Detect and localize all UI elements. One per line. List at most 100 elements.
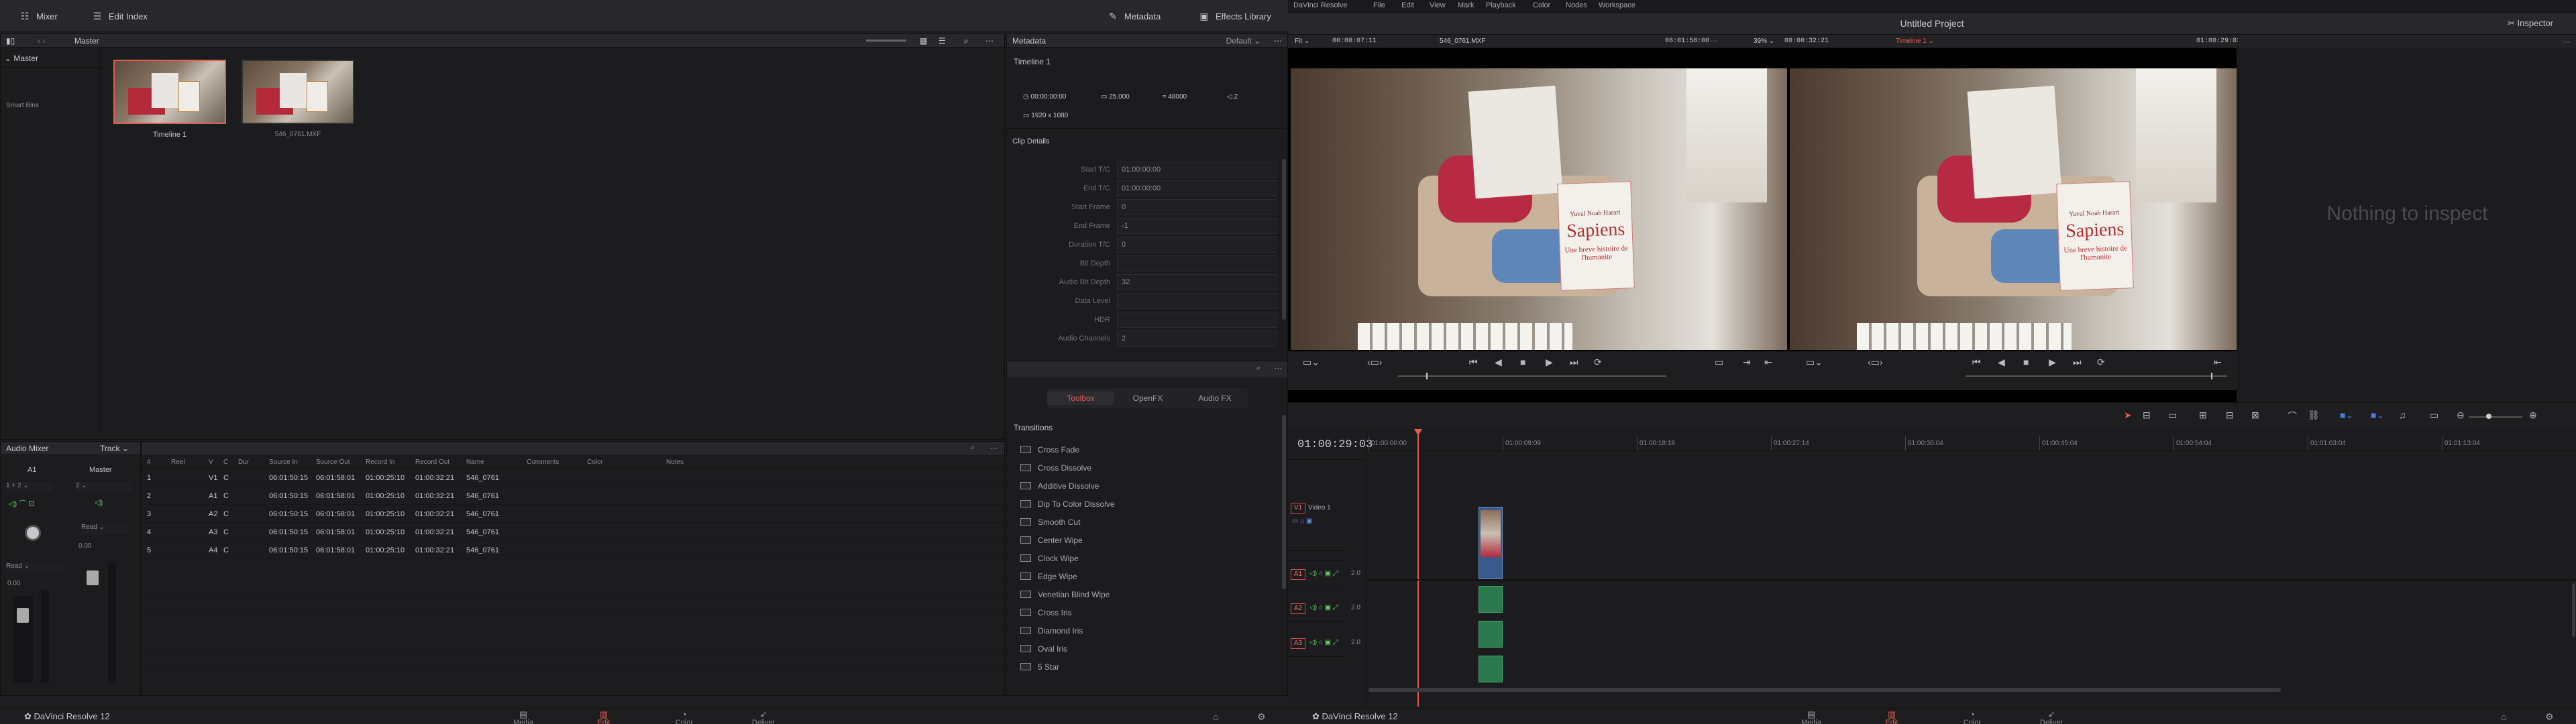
menu-item[interactable]: Playback bbox=[1486, 1, 1516, 9]
audio-icon[interactable]: ♫ bbox=[2399, 410, 2406, 420]
page-color[interactable]: ◔ Color bbox=[664, 710, 704, 724]
play-icon[interactable]: ▶ bbox=[1546, 357, 1553, 368]
more-options-icon[interactable]: ⋯ bbox=[2563, 38, 2571, 46]
viewer-mode-icon[interactable]: ▭⌄ bbox=[1303, 357, 1320, 368]
column-header[interactable]: Source Out bbox=[316, 459, 350, 466]
search-icon[interactable]: ⌕ bbox=[1256, 364, 1260, 373]
play-reverse-icon[interactable]: ◀ bbox=[1495, 357, 1502, 368]
more-options-icon[interactable]: ⋯ bbox=[990, 444, 998, 452]
match-frame-icon[interactable]: ‹▭› bbox=[1868, 357, 1883, 368]
field-value[interactable]: 01:00:00:00 bbox=[1117, 180, 1277, 196]
timeline-ruler[interactable]: 01:00:00:00 01:00:09:09 01:00:18:18 01:00:2… bbox=[1368, 430, 2576, 450]
list-view-icon[interactable]: ☰ bbox=[938, 34, 946, 48]
transition-item[interactable]: Additive Dissolve bbox=[1020, 477, 1099, 495]
zoom-out-icon[interactable]: ⊖ bbox=[2457, 410, 2465, 421]
column-header[interactable]: # bbox=[147, 459, 151, 466]
preset-dropdown[interactable]: Default ⌄ bbox=[1226, 34, 1260, 48]
page-deliver[interactable]: ➶ Deliver bbox=[743, 710, 784, 724]
panel-toggle-icon[interactable]: ▮▯ bbox=[6, 34, 15, 48]
table-row[interactable]: 4 A3 C 06:01:50:15 06:01:58:01 01:00:25:10 01:… bbox=[142, 523, 1004, 541]
search-icon[interactable]: ⌕ bbox=[971, 444, 975, 452]
menu-item[interactable]: Color bbox=[1533, 1, 1550, 9]
flag-icon[interactable]: ■⌄ bbox=[2340, 410, 2353, 421]
column-header[interactable]: Source In bbox=[269, 459, 298, 466]
audio-clip-a1[interactable] bbox=[1479, 586, 1503, 613]
bin-master[interactable]: ⌄ Master bbox=[5, 54, 38, 63]
source-video-viewer[interactable]: Yuval Noah Harari Sapiens Une breve histoi… bbox=[1291, 68, 1787, 350]
link-icon[interactable]: ⛓ bbox=[2308, 410, 2320, 421]
field-value[interactable]: 32 bbox=[1117, 274, 1277, 290]
gear-icon[interactable]: ⚙ bbox=[2545, 711, 2554, 723]
video-clip[interactable] bbox=[1479, 507, 1503, 579]
marker-icon[interactable]: ■⌄ bbox=[2371, 410, 2384, 421]
menu-item[interactable]: View bbox=[1430, 1, 1446, 9]
tab-audiofx[interactable]: Audio FX bbox=[1181, 391, 1248, 405]
transition-item[interactable]: Cross Iris bbox=[1020, 603, 1072, 621]
transition-item[interactable]: Oval Iris bbox=[1020, 640, 1067, 658]
track-controls-icons[interactable]: ◁) ⌂ ▣ ⤢ bbox=[1309, 570, 1338, 577]
trim-tool-icon[interactable]: ⊟ bbox=[2143, 410, 2151, 421]
play-icon[interactable]: ▶ bbox=[2049, 357, 2056, 368]
menu-item[interactable]: Mark bbox=[1458, 1, 1474, 9]
blade-tool-icon[interactable]: ▭ bbox=[2168, 410, 2177, 421]
stop-icon[interactable]: ■ bbox=[2023, 357, 2029, 367]
insert-clip-icon[interactable]: ⊞ bbox=[2199, 410, 2207, 421]
mixer-mode-dropdown[interactable]: Track ⌄ bbox=[100, 442, 129, 455]
speaker-icon[interactable]: ◁) bbox=[95, 498, 103, 507]
column-header[interactable]: Color bbox=[587, 459, 603, 466]
column-header[interactable]: Comments bbox=[527, 459, 559, 466]
automation-dropdown[interactable]: Read ⌄ bbox=[6, 562, 64, 573]
source-playhead[interactable] bbox=[1426, 373, 1428, 379]
replace-clip-icon[interactable]: ⊠ bbox=[2251, 410, 2259, 421]
more-options-icon[interactable]: ⋯ bbox=[1274, 34, 1282, 48]
home-icon[interactable]: ⌂ bbox=[1213, 711, 1218, 722]
jump-start-icon[interactable]: ⏮ bbox=[1469, 357, 1478, 368]
menu-item[interactable]: DaVinci Resolve bbox=[1293, 1, 1348, 9]
page-edit[interactable]: ▥ Edit bbox=[584, 710, 624, 724]
pan-knob[interactable] bbox=[25, 525, 41, 541]
page-edit[interactable]: ▥ Edit bbox=[1872, 710, 1912, 724]
table-row[interactable]: 2 A1 C 06:01:50:15 06:01:58:01 01:00:25:10 01:… bbox=[142, 487, 1004, 505]
source-zoom-dropdown[interactable]: Fit ⌄ bbox=[1295, 38, 1309, 45]
jump-start-icon[interactable]: ⏮ bbox=[1972, 357, 1981, 368]
stop-icon[interactable]: ■ bbox=[1520, 357, 1525, 367]
search-icon[interactable]: ⌕ bbox=[964, 34, 969, 48]
transition-item[interactable]: Smooth Cut bbox=[1020, 513, 1080, 531]
loop-icon[interactable]: ⟳ bbox=[1594, 357, 1602, 368]
overwrite-clip-icon[interactable]: ⊟ bbox=[2226, 410, 2234, 421]
page-media[interactable]: ▤ Media bbox=[1791, 710, 1831, 724]
column-header[interactable]: Record Out bbox=[415, 459, 449, 466]
selection-tool-icon[interactable]: ➤ bbox=[2124, 410, 2132, 421]
zoom-in-icon[interactable]: ⊕ bbox=[2529, 410, 2537, 421]
table-row[interactable]: 3 A2 C 06:01:50:15 06:01:58:01 01:00:25:10 01:… bbox=[142, 505, 1004, 523]
tab-toolbox[interactable]: Toolbox bbox=[1047, 391, 1114, 405]
audio-clip-a2[interactable] bbox=[1479, 621, 1503, 648]
record-scrubber[interactable] bbox=[1966, 375, 2227, 377]
playhead[interactable] bbox=[1417, 430, 1419, 707]
field-value[interactable] bbox=[1117, 255, 1277, 272]
jump-end-icon[interactable]: ⏭ bbox=[2073, 357, 2082, 368]
zoom-handle[interactable] bbox=[2486, 414, 2491, 419]
fader-handle[interactable] bbox=[87, 570, 99, 585]
record-video-viewer[interactable]: Yuval Noah Harari Sapiens Une breve histoi… bbox=[1790, 68, 2237, 350]
field-value[interactable]: 0 bbox=[1117, 237, 1277, 253]
mark-out-icon[interactable]: ⇤ bbox=[1764, 357, 1772, 368]
fader-handle[interactable] bbox=[17, 608, 29, 623]
field-value[interactable] bbox=[1117, 312, 1277, 328]
menu-item[interactable]: Edit bbox=[1401, 1, 1414, 9]
scrollbar[interactable] bbox=[1282, 159, 1286, 320]
transition-item[interactable]: Dip To Color Dissolve bbox=[1020, 495, 1115, 513]
timeline-view-icon[interactable]: ▭ bbox=[2430, 410, 2438, 421]
mixer-controls-icons[interactable]: ◁) ⌒ ⊡ bbox=[9, 498, 34, 509]
column-header[interactable]: Name bbox=[466, 459, 484, 466]
insert-icon[interactable]: ▭ bbox=[1715, 357, 1723, 368]
scrollbar[interactable] bbox=[1282, 415, 1286, 589]
automation-dropdown[interactable]: Read ⌄ bbox=[81, 524, 128, 534]
loop-icon[interactable]: ⟳ bbox=[2097, 357, 2105, 368]
page-deliver[interactable]: ➶ Deliver bbox=[2031, 710, 2072, 724]
column-header[interactable]: Reel bbox=[171, 459, 185, 466]
edit-index-button[interactable]: ☰ Edit Index bbox=[91, 8, 148, 24]
record-zoom-dropdown[interactable]: 39% ⌄ bbox=[1754, 38, 1774, 45]
field-value[interactable] bbox=[1117, 293, 1277, 309]
track-controls-icons[interactable]: ▭ ⌂ ▣ bbox=[1292, 518, 1313, 525]
